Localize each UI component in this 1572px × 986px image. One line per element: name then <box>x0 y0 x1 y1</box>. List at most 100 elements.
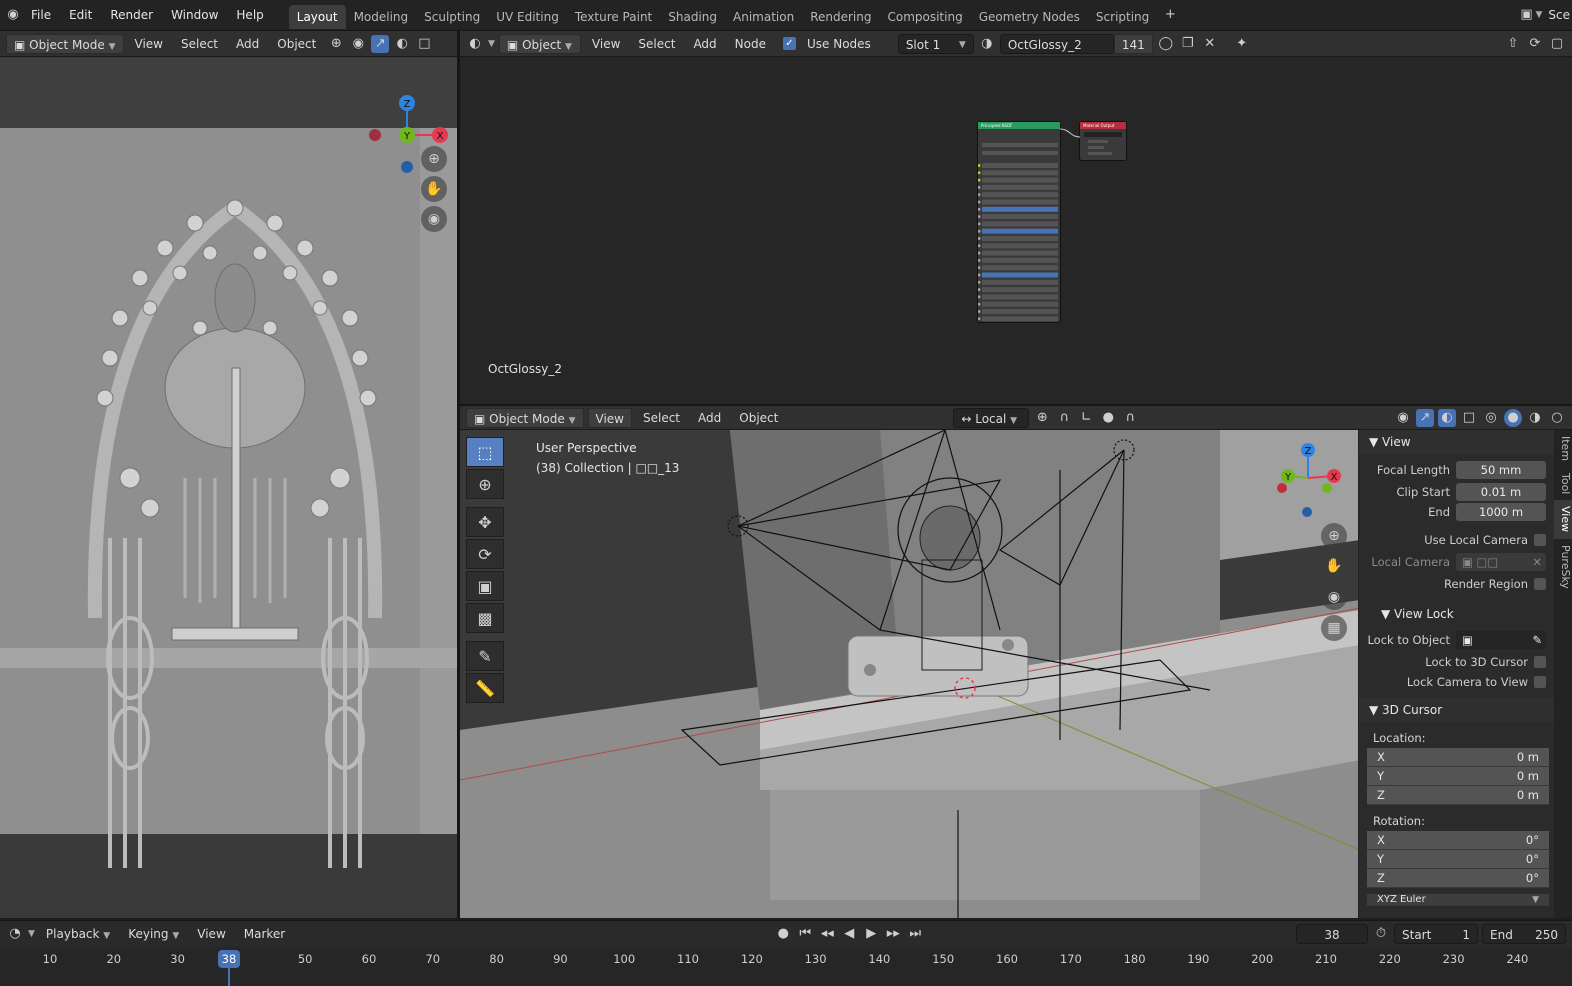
slot-dropdown[interactable]: Slot 1 ▼ <box>897 33 974 54</box>
node-input-socket[interactable] <box>977 222 981 226</box>
node-input-socket[interactable] <box>977 193 981 197</box>
main-pan-hand-icon[interactable]: ✋ <box>1321 553 1347 579</box>
overlay-icon[interactable]: ◐ <box>393 35 411 53</box>
view-section-header[interactable]: ▼ View <box>1359 430 1554 454</box>
sidebar-tab-puresky[interactable]: PureSky <box>1554 539 1572 595</box>
menu-window[interactable]: Window <box>162 0 227 31</box>
left-menu-view[interactable]: View <box>128 34 170 54</box>
overlay-toggle-icon[interactable]: ◐ <box>1438 408 1456 427</box>
node-input-socket[interactable] <box>977 229 981 233</box>
main-camera-icon[interactable]: ◉ <box>1321 584 1347 610</box>
menu-file[interactable]: File <box>22 0 60 31</box>
pin-icon[interactable]: ✦ <box>1233 35 1251 53</box>
main-navigation-gizmo[interactable]: Z X Y <box>1272 442 1354 524</box>
left-menu-object[interactable]: Object <box>270 34 323 54</box>
timeline-menu-view[interactable]: View <box>190 924 232 944</box>
chevron-down-icon[interactable]: ▼ <box>1535 10 1542 20</box>
gizmo-toggle-icon[interactable]: ↗ <box>1416 408 1434 427</box>
scale-tool[interactable]: ▣ <box>466 571 504 601</box>
record-icon[interactable]: ● <box>774 925 792 943</box>
node-input-socket[interactable] <box>977 273 981 277</box>
tab-rendering[interactable]: Rendering <box>802 5 879 29</box>
left-menu-select[interactable]: Select <box>174 34 225 54</box>
cursor-location-y[interactable]: Y0 m <box>1367 767 1549 786</box>
jump-end-icon[interactable]: ⏭ <box>906 925 924 943</box>
main-mode-dropdown[interactable]: ▣ Object Mode ▼ <box>466 407 584 428</box>
node-menu-view[interactable]: View <box>585 34 627 54</box>
editor-type-icon[interactable]: ◐ <box>466 35 484 53</box>
cursor-tool[interactable]: ⊕ <box>466 469 504 499</box>
cursor-location-x[interactable]: X0 m <box>1367 748 1549 767</box>
gizmo-icon[interactable]: ↗ <box>371 34 390 53</box>
material-name-field[interactable]: OctGlossy_2 <box>999 33 1114 54</box>
3d-cursor-section-header[interactable]: ▼ 3D Cursor <box>1359 698 1554 722</box>
clip-start-field[interactable]: 0.01 m <box>1456 483 1546 501</box>
menu-help[interactable]: Help <box>227 0 272 31</box>
proportional-edit-icon[interactable]: ● <box>1099 409 1117 427</box>
start-frame-field[interactable]: Start 1 <box>1394 924 1478 944</box>
prev-keyframe-icon[interactable]: ◂◂ <box>818 925 836 943</box>
node-input-socket[interactable] <box>977 266 981 270</box>
rendered-shading-icon[interactable]: ○ <box>1548 409 1566 427</box>
rotation-mode-dropdown[interactable]: XYZ Euler ▼ <box>1367 894 1549 906</box>
xray-toggle-icon[interactable]: □ <box>1460 409 1478 427</box>
tab-animation[interactable]: Animation <box>725 5 802 29</box>
timeline[interactable]: ◔ ▼ Playback ▼ Keying ▼ View Marker ● ⏮ … <box>0 920 1572 986</box>
material-shading-icon[interactable]: ◑ <box>1526 409 1544 427</box>
jump-start-icon[interactable]: ⏮ <box>796 925 814 943</box>
tab-shading[interactable]: Shading <box>660 5 725 29</box>
node-input-socket[interactable] <box>977 178 981 182</box>
left-camera-icon[interactable]: ◉ <box>421 206 447 232</box>
node-input-socket[interactable] <box>977 200 981 204</box>
sidebar-tab-item[interactable]: Item <box>1554 430 1572 467</box>
main-zoom-icon[interactable]: ⊕ <box>1321 523 1347 549</box>
annotate-tool[interactable]: ✎ <box>466 641 504 671</box>
clip-end-field[interactable]: 1000 m <box>1456 503 1546 521</box>
chevron-down-icon[interactable]: ▼ <box>488 39 495 49</box>
play-icon[interactable]: ▶ <box>862 925 880 943</box>
cursor-rotation-y[interactable]: Y 0° <box>1367 850 1549 869</box>
node-input-socket[interactable] <box>977 207 981 211</box>
shader-type-dropdown[interactable]: ▣ Object ▼ <box>498 33 581 54</box>
node-input-socket[interactable] <box>977 295 981 299</box>
tab-sculpting[interactable]: Sculpting <box>416 5 488 29</box>
duplicate-icon[interactable]: ❐ <box>1179 35 1197 53</box>
chevron-down-icon[interactable]: ▼ <box>28 929 35 939</box>
tab-modeling[interactable]: Modeling <box>346 5 417 29</box>
solid-shading-icon[interactable]: ● <box>1504 408 1522 427</box>
snap-magnet-icon[interactable]: ∩ <box>1055 409 1073 427</box>
node-input-socket[interactable] <box>977 171 981 175</box>
use-local-camera-checkbox[interactable] <box>1534 534 1546 546</box>
node-input-socket[interactable] <box>977 237 981 240</box>
node-input-socket[interactable] <box>977 164 981 167</box>
end-frame-field[interactable]: End 250 <box>1482 924 1566 944</box>
timeline-editor-icon[interactable]: ◔ <box>6 925 24 943</box>
main-ortho-grid-icon[interactable]: ▦ <box>1321 615 1347 641</box>
rotate-tool[interactable]: ⟳ <box>466 539 504 569</box>
tab-texture-paint[interactable]: Texture Paint <box>567 5 660 29</box>
timeline-menu-keying[interactable]: Keying ▼ <box>121 924 186 944</box>
tab-scripting[interactable]: Scripting <box>1088 5 1157 29</box>
material-sphere-icon[interactable]: ◑ <box>978 35 996 53</box>
measure-tool[interactable]: 📏 <box>466 673 504 703</box>
select-box-tool[interactable]: ⬚ <box>466 437 504 467</box>
xray-icon[interactable]: □ <box>415 35 433 53</box>
cursor-location-z[interactable]: Z0 m <box>1367 786 1549 805</box>
material-users-count[interactable]: 141 <box>1113 33 1153 54</box>
stopwatch-icon[interactable]: ⏱ <box>1372 925 1390 943</box>
node-menu-select[interactable]: Select <box>631 34 682 54</box>
lock-to-object-field[interactable]: ▣ ✎ <box>1456 631 1546 649</box>
local-camera-field[interactable]: ▣ □□ ✕ <box>1456 553 1546 571</box>
lock-to-cursor-checkbox[interactable] <box>1534 656 1546 668</box>
visibility-icon[interactable]: ◉ <box>1394 409 1412 427</box>
node-input-socket[interactable] <box>977 288 981 292</box>
menu-edit[interactable]: Edit <box>60 0 101 31</box>
left-mode-dropdown[interactable]: ▣ Object Mode ▼ <box>6 33 124 54</box>
node-input-socket[interactable] <box>977 215 981 219</box>
move-tool[interactable]: ✥ <box>466 507 504 537</box>
main-menu-object[interactable]: Object <box>732 408 785 428</box>
node-menu-add[interactable]: Add <box>686 34 723 54</box>
add-workspace-icon[interactable]: + <box>1161 6 1179 24</box>
left-viewport[interactable]: ▣ Object Mode ▼ View Select Add Object ⊕… <box>0 31 457 918</box>
cursor-rotation-z[interactable]: Z 0° <box>1367 869 1549 888</box>
